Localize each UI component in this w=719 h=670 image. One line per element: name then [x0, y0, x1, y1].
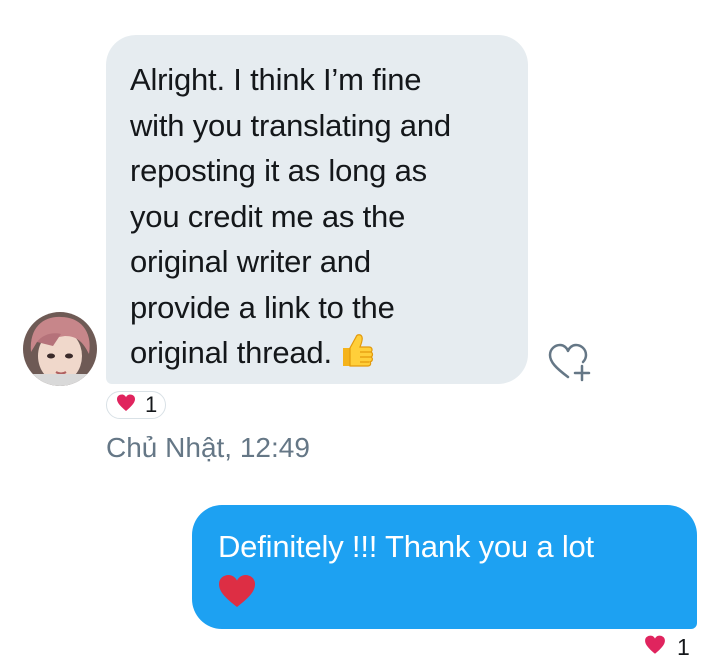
heart-icon [644, 635, 666, 660]
sender-avatar[interactable] [23, 312, 97, 386]
incoming-reaction-badge[interactable]: 1 [106, 391, 166, 419]
reaction-count: 1 [145, 392, 158, 417]
outgoing-message-bubble[interactable]: Definitely !!! Thank you a lot [192, 505, 697, 629]
outgoing-reaction-badge[interactable]: 1 [644, 634, 690, 660]
red-heart-icon [218, 574, 256, 613]
reaction-count: 1 [677, 633, 690, 660]
thumbs-up-icon [338, 331, 374, 382]
add-reaction-icon[interactable] [546, 342, 594, 382]
heart-icon [116, 394, 136, 417]
incoming-message-text: Alright. I think I’m fine with you trans… [130, 57, 508, 382]
incoming-message-bubble[interactable]: Alright. I think I’m fine with you trans… [106, 35, 528, 384]
outgoing-message-text: Definitely !!! Thank you a lot [218, 529, 594, 564]
message-timestamp: Chủ Nhật, 12:49 [106, 432, 310, 463]
